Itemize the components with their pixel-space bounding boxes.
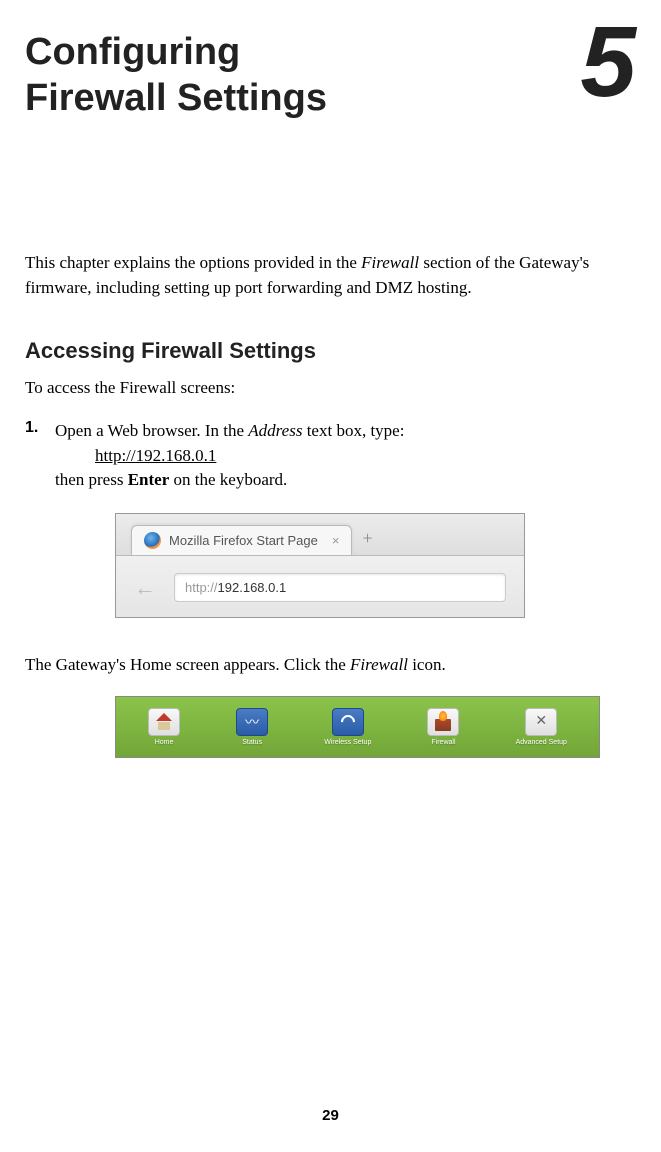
step-number: 1. — [25, 419, 43, 493]
page-number: 29 — [322, 1107, 339, 1124]
step1-post-a: then press — [55, 470, 128, 489]
step1-pre: Open a Web browser. In the — [55, 421, 248, 440]
step1-mid: text box, type: — [302, 421, 404, 440]
firewall-icon — [427, 708, 459, 736]
enter-key: Enter — [128, 470, 170, 489]
tools-icon: ✕ — [525, 708, 557, 736]
nav-firewall: Firewall — [427, 708, 459, 746]
browser-nav-row: ← http://192.168.0.1 — [116, 556, 524, 618]
address-bar: http://192.168.0.1 — [174, 573, 506, 602]
url-scheme: http:// — [185, 580, 218, 595]
step-content: Open a Web browser. In the Address text … — [55, 419, 404, 493]
chapter-header: Configuring Firewall Settings 5 — [25, 30, 636, 121]
wifi-icon — [332, 708, 364, 736]
browser-tab: Mozilla Firefox Start Page × — [131, 525, 352, 555]
nav-wireless-label: Wireless Setup — [324, 739, 371, 746]
gateway-nav-screenshot: Home 〰 Status Wireless Setup Firewall ✕ … — [115, 696, 600, 758]
step1-post-c: on the keyboard. — [169, 470, 287, 489]
tab-label: Mozilla Firefox Start Page — [169, 533, 318, 548]
nav-status-label: Status — [242, 739, 262, 746]
chapter-title: Configuring Firewall Settings — [25, 30, 327, 121]
section-lead: To access the Firewall screens: — [25, 376, 636, 401]
title-line-2: Firewall Settings — [25, 77, 327, 119]
title-line-1: Configuring — [25, 31, 240, 73]
browser-tab-bar: Mozilla Firefox Start Page × + — [116, 514, 524, 556]
intro-pre: This chapter explains the options provid… — [25, 253, 361, 272]
section-heading: Accessing Firewall Settings — [25, 338, 636, 364]
result-paragraph: The Gateway's Home screen appears. Click… — [25, 653, 636, 678]
nav-advanced-label: Advanced Setup — [516, 739, 567, 746]
chapter-number: 5 — [580, 22, 636, 102]
result-pre: The Gateway's Home screen appears. Click… — [25, 655, 350, 674]
back-arrow-icon: ← — [134, 575, 156, 601]
firefox-icon — [144, 532, 161, 549]
close-icon: × — [332, 533, 340, 548]
nav-status: 〰 Status — [236, 708, 268, 746]
nav-home-label: Home — [155, 739, 174, 746]
nav-wireless: Wireless Setup — [324, 708, 371, 746]
home-icon — [148, 708, 180, 736]
result-firewall-word: Firewall — [350, 655, 408, 674]
new-tab-icon: + — [362, 528, 372, 555]
intro-firewall-word: Firewall — [361, 253, 419, 272]
intro-paragraph: This chapter explains the options provid… — [25, 251, 636, 300]
result-post: icon. — [408, 655, 446, 674]
nav-firewall-label: Firewall — [431, 739, 455, 746]
url-host: 192.168.0.1 — [218, 580, 287, 595]
step1-address-word: Address — [248, 421, 302, 440]
status-icon: 〰 — [236, 708, 268, 736]
step-1: 1. Open a Web browser. In the Address te… — [25, 419, 636, 493]
nav-advanced: ✕ Advanced Setup — [516, 708, 567, 746]
nav-home: Home — [148, 708, 180, 746]
gateway-url: http://192.168.0.1 — [95, 444, 216, 469]
browser-screenshot: Mozilla Firefox Start Page × + ← http://… — [115, 513, 525, 618]
